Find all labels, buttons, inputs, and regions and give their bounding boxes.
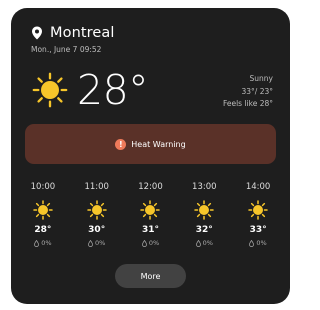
sun-icon xyxy=(140,200,161,220)
hourly-item: 14:00 33° 0% xyxy=(231,182,285,247)
sun-icon xyxy=(248,200,268,220)
hourly-item: 12:00 31° 0% xyxy=(124,182,178,247)
hour-precipitation: 0% xyxy=(16,239,70,247)
weather-card[interactable]: Montreal Mon., June 7 09:52 28° Sunny 33… xyxy=(11,8,290,304)
raindrop-icon xyxy=(141,239,147,247)
hour-time: 12:00 xyxy=(138,182,163,192)
raindrop-icon xyxy=(88,239,93,247)
hourly-item: 10:00 28° 0% xyxy=(16,182,70,247)
hour-temperature: 28° xyxy=(34,225,52,235)
date-time: Mon., June 7 09:52 xyxy=(31,45,102,54)
city-name: Montreal xyxy=(50,25,115,41)
precipitation-value: 0% xyxy=(202,239,213,247)
sun-icon xyxy=(32,72,68,108)
alert-icon: ! xyxy=(115,138,127,150)
hour-precipitation: 0% xyxy=(231,239,285,247)
location-row: Montreal xyxy=(31,25,115,41)
hourly-forecast: 10:00 28° 0% 11:00 30° 0% 12:00 31° 0% 1… xyxy=(16,182,285,247)
heat-warning-banner[interactable]: ! Heat Warning xyxy=(25,124,276,164)
raindrop-icon xyxy=(195,239,201,247)
alert-label: Heat Warning xyxy=(131,139,186,149)
hour-time: 13:00 xyxy=(192,182,217,192)
feels-like: Feels like 28° xyxy=(222,99,273,108)
precipitation-value: 0% xyxy=(95,239,106,247)
high-low-temperature: 33°/ 23° xyxy=(241,86,274,96)
location-pin-icon xyxy=(32,26,42,40)
hourly-item: 11:00 30° 0% xyxy=(70,182,124,247)
hour-precipitation: 0% xyxy=(70,239,124,247)
current-temperature: 28° xyxy=(77,66,149,114)
sun-icon xyxy=(194,200,215,220)
precipitation-value: 0% xyxy=(148,239,160,247)
precipitation-value: 0% xyxy=(256,239,267,247)
hour-temperature: 30° xyxy=(88,225,106,235)
hour-precipitation: 0% xyxy=(177,239,231,247)
precipitation-value: 0% xyxy=(41,239,52,247)
more-button[interactable]: More xyxy=(115,264,186,288)
sun-icon xyxy=(86,200,107,220)
hour-temperature: 32° xyxy=(195,225,213,235)
hour-temperature: 33° xyxy=(249,225,267,235)
hour-time: 11:00 xyxy=(84,182,109,192)
hour-time: 10:00 xyxy=(30,182,56,192)
raindrop-icon xyxy=(249,239,255,247)
condition-summary: Sunny 33°/ 23° Feels like 28° xyxy=(223,73,273,111)
sun-icon xyxy=(33,200,53,220)
condition-text: Sunny xyxy=(249,74,273,83)
hour-temperature: 31° xyxy=(141,225,159,235)
hourly-item: 13:00 32° 0% xyxy=(177,182,231,247)
raindrop-icon xyxy=(34,239,40,247)
hour-time: 14:00 xyxy=(245,182,271,192)
hour-precipitation: 0% xyxy=(124,239,178,247)
